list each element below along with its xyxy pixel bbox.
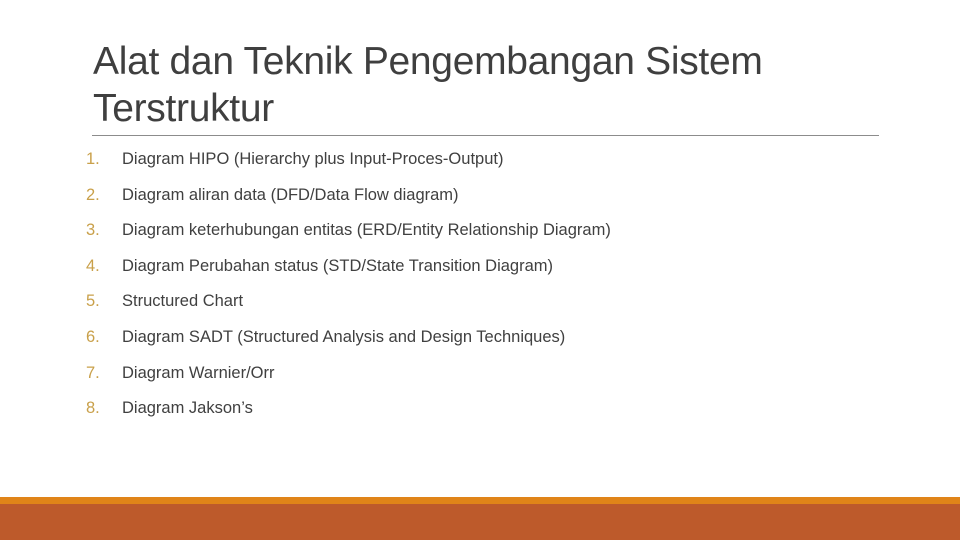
- list-item-text: Diagram SADT (Structured Analysis and De…: [122, 327, 566, 346]
- list-item-number: 4.: [86, 256, 100, 275]
- list-item-text: Diagram Perubahan status (STD/State Tran…: [122, 256, 554, 275]
- list-item-number: 5.: [86, 292, 100, 311]
- list-item-number: 7.: [86, 363, 100, 382]
- list-item: 4. Diagram Perubahan status (STD/State T…: [86, 255, 611, 291]
- list-item: 5. Structured Chart: [86, 290, 611, 326]
- footer-band: [0, 504, 960, 540]
- list-item-text: Diagram aliran data (DFD/Data Flow diagr…: [122, 185, 459, 204]
- slide: Alat dan Teknik Pengembangan Sistem Ters…: [0, 0, 960, 540]
- list-item: 3. Diagram keterhubungan entitas (ERD/En…: [86, 219, 611, 255]
- list-item: 1. Diagram HIPO (Hierarchy plus Input-Pr…: [86, 148, 611, 184]
- title-divider: [92, 135, 879, 136]
- list-item: 2. Diagram aliran data (DFD/Data Flow di…: [86, 184, 611, 220]
- list-item: 7. Diagram Warnier/Orr: [86, 362, 611, 398]
- list-item-number: 3.: [86, 221, 100, 240]
- list-item-number: 6.: [86, 327, 100, 346]
- list-item-text: Structured Chart: [122, 292, 244, 311]
- list-item: 6. Diagram SADT (Structured Analysis and…: [86, 326, 611, 362]
- list-item-text: Diagram Jakson’s: [122, 399, 253, 418]
- list-item: 8. Diagram Jakson’s: [86, 397, 611, 433]
- footer-accent-stripe: [0, 497, 960, 504]
- list-item-text: Diagram Warnier/Orr: [122, 363, 275, 382]
- list-item-text: Diagram keterhubungan entitas (ERD/Entit…: [122, 221, 611, 240]
- slide-title-line-2: Terstruktur: [93, 87, 274, 130]
- list-item-number: 2.: [86, 185, 100, 204]
- slide-title-line-1: Alat dan Teknik Pengembangan Sistem: [93, 40, 763, 83]
- slide-title: Alat dan Teknik Pengembangan Sistem Ters…: [93, 38, 883, 132]
- numbered-list: 1. Diagram HIPO (Hierarchy plus Input-Pr…: [86, 148, 611, 433]
- list-item-number: 8.: [86, 399, 100, 418]
- list-item-number: 1.: [86, 150, 100, 168]
- list-item-text: Diagram HIPO (Hierarchy plus Input-Proce…: [122, 150, 504, 168]
